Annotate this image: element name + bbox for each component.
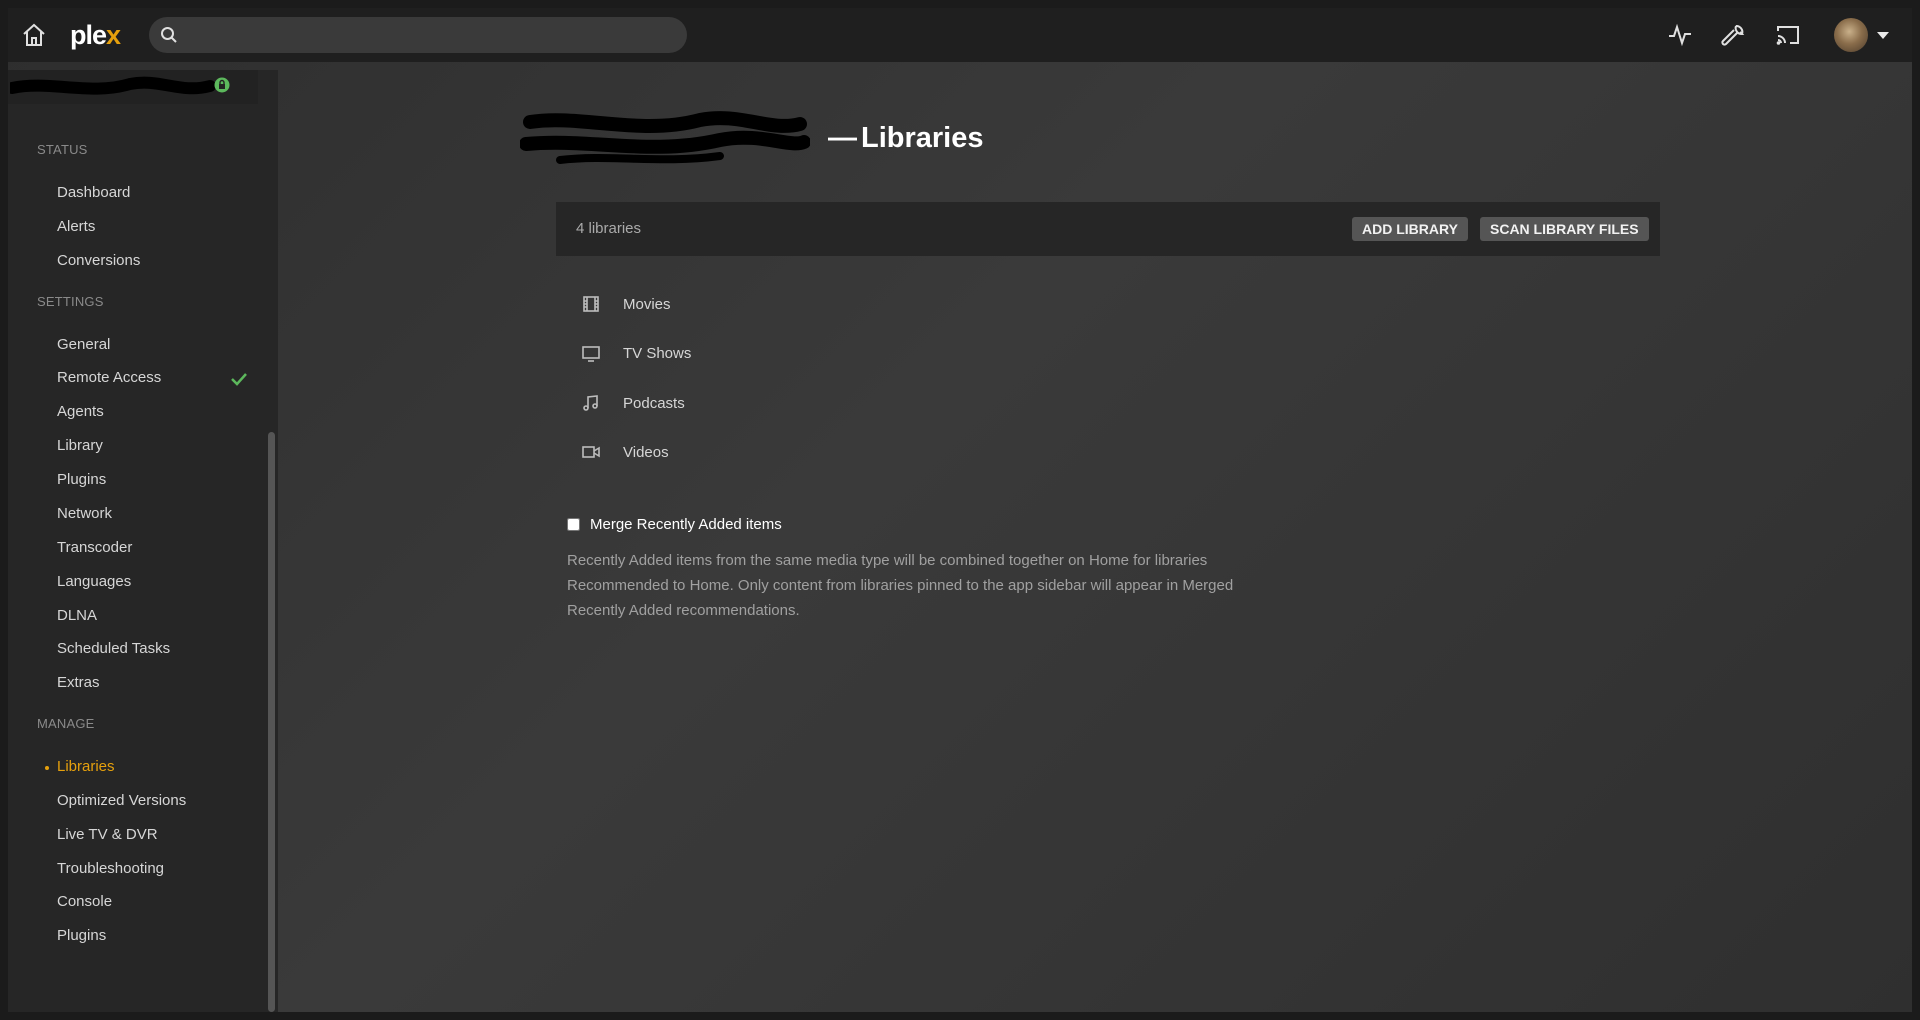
scan-library-files-button[interactable]: SCAN LIBRARY FILES	[1480, 217, 1649, 241]
sidebar-item-dashboard[interactable]: Dashboard	[57, 184, 130, 201]
sidebar-item-languages[interactable]: Languages	[57, 573, 131, 590]
sidebar-item-alerts[interactable]: Alerts	[57, 218, 95, 235]
home-icon[interactable]	[20, 21, 48, 49]
sidebar-item-console[interactable]: Console	[57, 893, 112, 910]
search-bar[interactable]	[149, 17, 687, 55]
sidebar-item-agents[interactable]: Agents	[57, 403, 104, 420]
library-item-tv-shows[interactable]: TV Shows	[581, 341, 691, 365]
plex-logo[interactable]: plex	[70, 20, 121, 51]
merge-option: Merge Recently Added items	[567, 516, 782, 533]
cast-icon[interactable]	[1775, 22, 1801, 48]
library-name: Movies	[623, 295, 671, 313]
sidebar-item-general[interactable]: General	[57, 336, 110, 353]
merge-recently-added-label[interactable]: Merge Recently Added items	[590, 516, 782, 533]
sidebar-item-dlna[interactable]: DLNA	[57, 607, 97, 624]
sidebar-item-optimized-versions[interactable]: Optimized Versions	[57, 792, 186, 809]
sidebar-item-transcoder[interactable]: Transcoder	[57, 539, 132, 556]
sidebar-scrollbar[interactable]	[268, 432, 275, 1012]
library-name: Podcasts	[623, 394, 685, 412]
sidebar-item-libraries[interactable]: Libraries	[57, 758, 115, 775]
check-icon	[231, 373, 247, 386]
page-title: — Libraries	[828, 122, 984, 154]
video-camera-icon	[582, 446, 600, 458]
avatar[interactable]	[1834, 18, 1868, 52]
library-name: Videos	[623, 443, 669, 461]
libraries-header-panel: 4 libraries ADD LIBRARY SCAN LIBRARY FIL…	[556, 202, 1660, 256]
activity-icon[interactable]	[1667, 22, 1693, 48]
search-input[interactable]	[185, 17, 679, 55]
redacted-server-name	[10, 76, 216, 95]
sidebar-item-conversions[interactable]: Conversions	[57, 252, 140, 269]
chevron-down-icon[interactable]	[1877, 32, 1889, 39]
top-bar: plex	[8, 8, 1912, 62]
sidebar-section-settings: SETTINGS	[37, 294, 104, 309]
sidebar-item-troubleshooting[interactable]: Troubleshooting	[57, 860, 164, 877]
sidebar-item-live-tv-dvr[interactable]: Live TV & DVR	[57, 826, 158, 843]
merge-recently-added-checkbox[interactable]	[567, 518, 580, 531]
library-count: 4 libraries	[576, 220, 642, 237]
library-item-movies[interactable]: Movies	[581, 292, 671, 316]
music-note-icon	[583, 395, 598, 411]
sidebar-item-plugins-manage[interactable]: Plugins	[57, 927, 106, 944]
sidebar-section-manage: MANAGE	[37, 716, 95, 731]
film-icon	[583, 296, 599, 312]
tv-icon	[582, 346, 600, 362]
library-item-podcasts[interactable]: Podcasts	[581, 391, 685, 415]
sidebar-item-library[interactable]: Library	[57, 437, 103, 454]
sidebar-item-remote-access[interactable]: Remote Access	[57, 369, 161, 386]
app-window: plex STATUS Dashboard Alerts Conversions…	[8, 8, 1912, 1012]
sidebar-item-plugins[interactable]: Plugins	[57, 471, 106, 488]
sidebar: STATUS Dashboard Alerts Conversions SETT…	[8, 70, 278, 1012]
sidebar-item-extras[interactable]: Extras	[57, 674, 100, 691]
sidebar-item-network[interactable]: Network	[57, 505, 112, 522]
active-indicator	[45, 766, 49, 770]
redacted-server-title	[520, 111, 810, 164]
lock-icon	[214, 77, 230, 93]
server-selector[interactable]	[8, 70, 258, 104]
library-name: TV Shows	[623, 344, 692, 362]
sidebar-section-status: STATUS	[37, 142, 88, 157]
settings-wrench-icon[interactable]	[1721, 22, 1747, 48]
sidebar-item-scheduled-tasks[interactable]: Scheduled Tasks	[57, 640, 170, 657]
library-item-videos[interactable]: Videos	[581, 440, 669, 464]
search-icon	[161, 27, 177, 43]
merge-description: Recently Added items from the same media…	[567, 552, 1234, 619]
add-library-button[interactable]: ADD LIBRARY	[1352, 217, 1468, 241]
